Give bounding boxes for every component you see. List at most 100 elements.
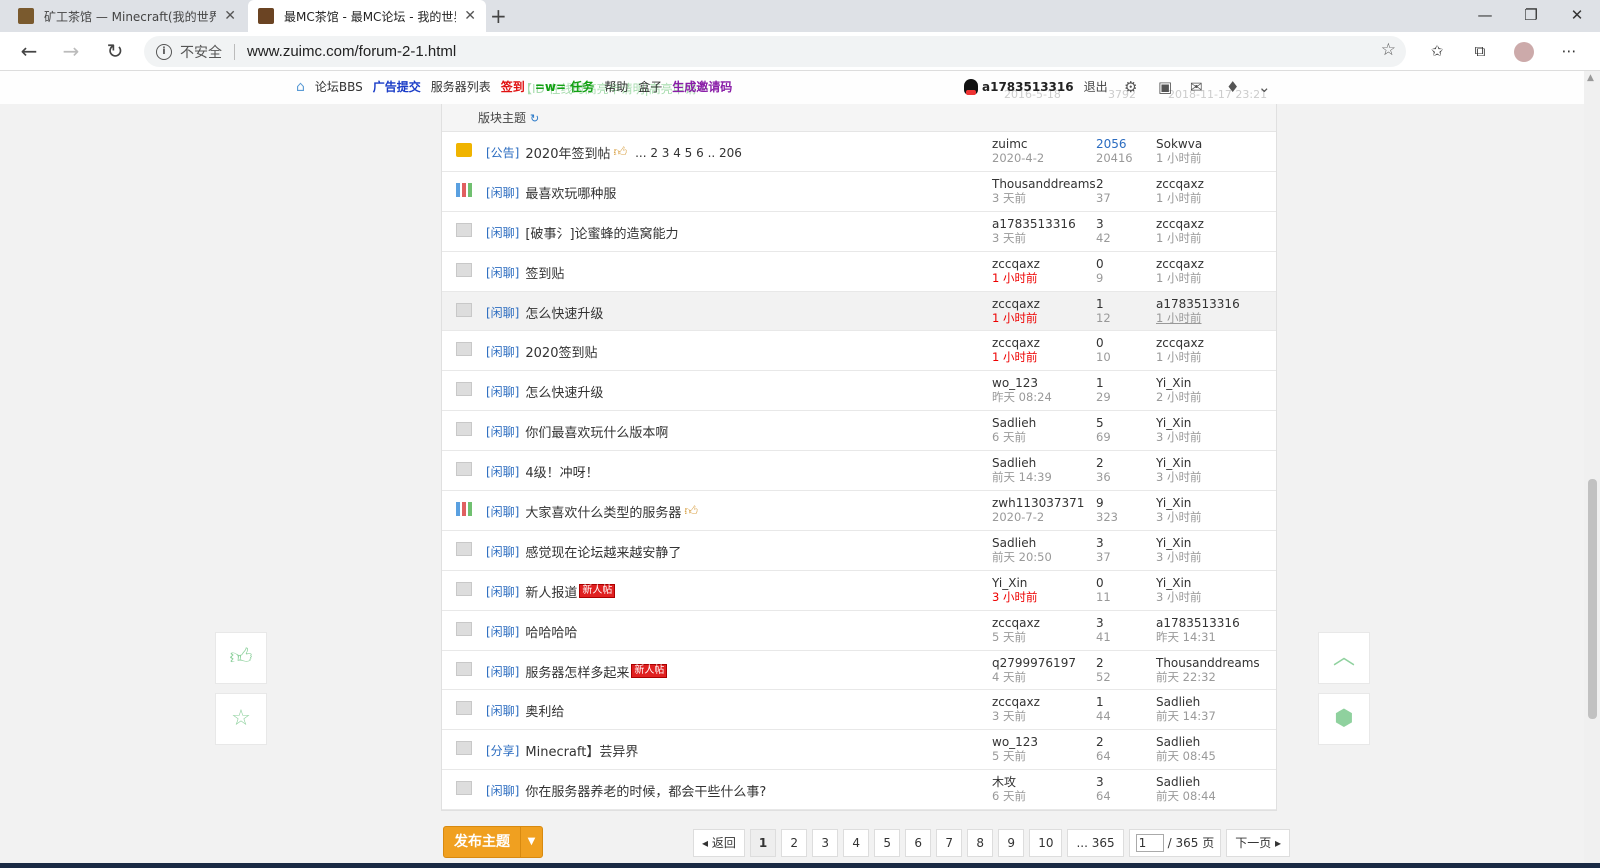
scrollbar-thumb[interactable]: [1588, 479, 1597, 719]
last-post-time[interactable]: 前天 14:37: [1156, 709, 1216, 723]
minimize-button[interactable]: —: [1462, 0, 1508, 32]
poll-chart-icon[interactable]: [456, 502, 472, 517]
page-number-button[interactable]: 3: [812, 829, 839, 857]
last-poster[interactable]: Yi_Xin: [1156, 376, 1201, 390]
author-name[interactable]: q2799976197: [992, 656, 1076, 670]
browser-tab-1[interactable]: 矿工茶馆 — Minecraft(我的世界) ✕: [8, 0, 246, 32]
last-post-time[interactable]: 3 小时前: [1156, 470, 1201, 484]
thread-row[interactable]: [闲聊] 哈哈哈哈 zccqaxz 5 天前 3 41 a1783513316 昨天 14:3…: [442, 611, 1276, 651]
thread-category-tag[interactable]: [分享]: [486, 742, 519, 759]
collections-icon[interactable]: ⧉: [1467, 39, 1493, 65]
thread-category-tag[interactable]: [闲聊]: [486, 224, 519, 241]
reload-button[interactable]: ↻: [100, 37, 130, 67]
thread-title-link[interactable]: 2020年签到帖: [525, 143, 610, 162]
home-icon[interactable]: ⌂: [296, 79, 305, 95]
thread-row[interactable]: [闲聊] 签到贴 zccqaxz 1 小时前 0 9 zccqaxz 1 小时前: [442, 252, 1276, 292]
nav-link[interactable]: 生成邀请码: [672, 80, 732, 94]
author-name[interactable]: a1783513316: [992, 217, 1076, 231]
thread-page-icon[interactable]: [456, 462, 472, 477]
last-poster[interactable]: Yi_Xin: [1156, 456, 1201, 470]
thread-category-tag[interactable]: [闲聊]: [486, 782, 519, 799]
thread-title-link[interactable]: [破事氵]论蜜蜂的造窝能力: [525, 223, 678, 242]
thread-title-link[interactable]: 服务器怎样多起来: [525, 662, 629, 681]
thread-title-link[interactable]: 你在服务器养老的时候，都会干些什么事?: [525, 781, 766, 800]
thread-page-icon[interactable]: [456, 262, 472, 277]
thread-row[interactable]: [闲聊] [破事氵]论蜜蜂的造窝能力 a1783513316 3 天前 3 42 zccqa…: [442, 212, 1276, 252]
author-name[interactable]: Thousanddreams: [992, 177, 1096, 191]
thread-category-tag[interactable]: [闲聊]: [486, 383, 519, 400]
last-poster[interactable]: Yi_Xin: [1156, 416, 1201, 430]
author-name[interactable]: wo_123: [992, 735, 1038, 749]
author-name[interactable]: 木攻: [992, 775, 1026, 789]
last-post-time[interactable]: 3 小时前: [1156, 590, 1201, 604]
nav-link[interactable]: 帮助: [604, 80, 628, 94]
next-page-button[interactable]: 下一页 ▸: [1226, 829, 1291, 857]
last-post-time[interactable]: 1 小时前: [1156, 311, 1240, 325]
like-thumbs-up-icon[interactable]: 👍︎: [215, 632, 267, 684]
last-poster[interactable]: a1783513316: [1156, 616, 1240, 630]
thread-row[interactable]: [闲聊] 大家喜欢什么类型的服务器 👍︎ zwh113037371 2020-7-2 9 3…: [442, 491, 1276, 531]
close-tab-icon[interactable]: ✕: [464, 8, 476, 24]
nav-link[interactable]: =w= 任务: [535, 80, 594, 94]
thread-page-links[interactable]: ... 2 3 4 5 6 .. 206: [635, 146, 742, 160]
last-post-time[interactable]: 前天 08:44: [1156, 789, 1216, 803]
nav-link[interactable]: 论坛BBS: [315, 80, 363, 94]
thread-category-tag[interactable]: [公告]: [486, 144, 519, 161]
page-number-button[interactable]: 10: [1029, 829, 1063, 857]
last-poster[interactable]: zccqaxz: [1156, 336, 1204, 350]
last-poster[interactable]: Yi_Xin: [1156, 536, 1201, 550]
url-text[interactable]: www.zuimc.com/forum-2-1.html: [247, 43, 456, 60]
last-post-time[interactable]: 1 小时前: [1156, 350, 1204, 364]
thread-page-icon[interactable]: [456, 781, 472, 796]
info-icon[interactable]: i: [156, 43, 172, 60]
close-window-button[interactable]: ✕: [1554, 0, 1600, 32]
nav-link[interactable]: 广告提交: [373, 80, 421, 94]
logout-link[interactable]: 退出: [1084, 78, 1108, 95]
last-post-time[interactable]: 1 小时前: [1156, 151, 1202, 165]
page-number-button[interactable]: 7: [936, 829, 963, 857]
thread-row[interactable]: [闲聊] 奥利给 zccqaxz 3 天前 1 44 Sadlieh 前天 14:37: [442, 690, 1276, 731]
author-name[interactable]: zccqaxz: [992, 297, 1040, 311]
author-name[interactable]: Sadlieh: [992, 456, 1052, 470]
thread-page-icon[interactable]: [456, 422, 472, 437]
profile-avatar[interactable]: [1514, 42, 1534, 62]
thread-page-icon[interactable]: [456, 661, 472, 676]
favorites-icon[interactable]: ✩: [1424, 39, 1450, 65]
author-name[interactable]: zwh113037371: [992, 496, 1084, 510]
thread-title-link[interactable]: 大家喜欢什么类型的服务器: [525, 502, 681, 521]
thread-row[interactable]: [分享] Minecraft】芸异界 wo_123 5 天前 2 64 Sadlieh 前天 …: [442, 730, 1276, 771]
thread-row[interactable]: [闲聊] 怎么快速升级 zccqaxz 1 小时前 1 12 a1783513316 1 小时…: [442, 291, 1276, 332]
chevron-down-icon[interactable]: ⌄: [1258, 78, 1271, 96]
bulb-icon[interactable]: ♦: [1226, 78, 1239, 96]
thread-row[interactable]: [闲聊] 你在服务器养老的时候，都会干些什么事? 木攻 6 天前 3 64 Sadlieh 前…: [442, 770, 1276, 811]
thread-category-tag[interactable]: [闲聊]: [486, 264, 519, 281]
nav-link[interactable]: 盒子: [638, 80, 662, 94]
thread-row[interactable]: [闲聊] 4级！冲呀！ Sadlieh 前天 14:39 2 36 Yi_Xin 3 小时前: [442, 451, 1276, 492]
thread-page-icon[interactable]: [456, 222, 472, 237]
last-post-time[interactable]: 前天 22:32: [1156, 670, 1260, 684]
page-number-button[interactable]: ... 365: [1067, 829, 1124, 857]
scrollbar[interactable]: ▲: [1584, 71, 1600, 863]
close-tab-icon[interactable]: ✕: [224, 8, 236, 24]
thread-title-link[interactable]: 怎么快速升级: [525, 303, 603, 322]
thread-category-tag[interactable]: [闲聊]: [486, 343, 519, 360]
author-name[interactable]: zccqaxz: [992, 336, 1040, 350]
author-name[interactable]: Sadlieh: [992, 416, 1036, 430]
maximize-button[interactable]: ❐: [1508, 0, 1554, 32]
thread-title-link[interactable]: 怎么快速升级: [525, 382, 603, 401]
page-number-button[interactable]: 8: [967, 829, 994, 857]
last-post-time[interactable]: 1 小时前: [1156, 191, 1204, 205]
browser-tab-2-active[interactable]: 最MC茶馆 - 最MC论坛 - 我的世界 ✕: [248, 0, 486, 32]
last-poster[interactable]: Sokwva: [1156, 137, 1202, 151]
back-to-top-chevron-up-icon[interactable]: ︿: [1318, 632, 1370, 684]
thread-category-tag[interactable]: [闲聊]: [486, 304, 519, 321]
thread-category-tag[interactable]: [闲聊]: [486, 543, 519, 560]
last-poster[interactable]: Thousanddreams: [1156, 656, 1260, 670]
last-post-time[interactable]: 昨天 14:31: [1156, 630, 1240, 644]
thread-category-tag[interactable]: [闲聊]: [486, 702, 519, 719]
last-poster[interactable]: a1783513316: [1156, 297, 1240, 311]
reply-count[interactable]: 2056: [1096, 137, 1133, 151]
last-post-time[interactable]: 3 小时前: [1156, 430, 1201, 444]
thread-title-link[interactable]: 你们最喜欢玩什么版本啊: [525, 422, 668, 441]
author-name[interactable]: zccqaxz: [992, 257, 1040, 271]
